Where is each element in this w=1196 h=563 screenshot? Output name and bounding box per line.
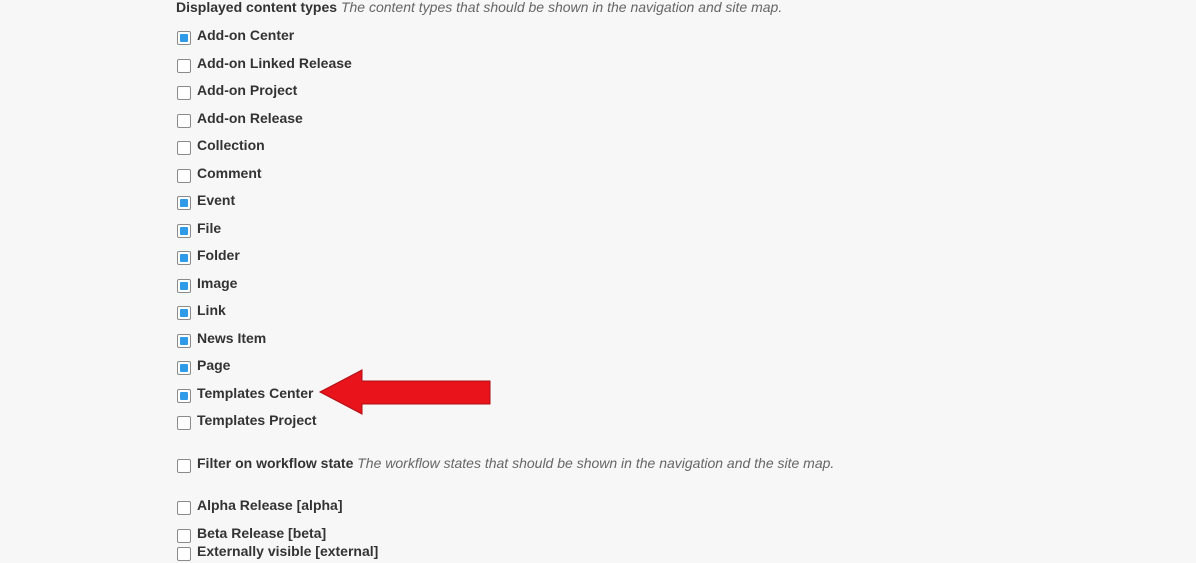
checkbox[interactable] <box>177 141 191 155</box>
checkbox-label[interactable]: Add-on Linked Release <box>197 54 352 72</box>
checkbox[interactable] <box>177 501 191 515</box>
checkbox[interactable] <box>177 416 191 430</box>
checkbox-label[interactable]: Add-on Release <box>197 109 303 127</box>
red-arrow-left-icon <box>318 369 491 415</box>
checkbox[interactable] <box>177 114 191 128</box>
checkbox-label[interactable]: Beta Release [beta] <box>197 524 326 542</box>
displayed-types-label: Displayed content types <box>176 0 338 15</box>
checkbox[interactable] <box>177 59 191 73</box>
checkbox[interactable] <box>177 389 191 403</box>
arrow-shape <box>318 369 491 415</box>
checkbox[interactable] <box>177 529 191 543</box>
workflow-filter-checkbox[interactable] <box>177 459 191 473</box>
checkbox-label[interactable]: Link <box>197 301 226 319</box>
checkbox[interactable] <box>177 169 191 183</box>
checkbox-label[interactable]: Add-on Center <box>197 26 294 44</box>
checkbox-label[interactable]: Alpha Release [alpha] <box>197 496 343 514</box>
checkbox[interactable] <box>177 334 191 348</box>
workflow-filter-label[interactable]: Filter on workflow state <box>197 455 353 471</box>
checkbox[interactable] <box>177 547 191 561</box>
checkbox[interactable] <box>177 224 191 238</box>
checkbox-label[interactable]: Event <box>197 191 235 209</box>
checkbox-label[interactable]: Templates Project <box>197 411 317 429</box>
checkbox[interactable] <box>177 196 191 210</box>
checkbox[interactable] <box>177 251 191 265</box>
displayed-types-header: Displayed content types The content type… <box>176 0 782 16</box>
checkbox-label[interactable]: Comment <box>197 164 262 182</box>
checkbox-label[interactable]: Add-on Project <box>197 81 297 99</box>
checkbox[interactable] <box>177 361 191 375</box>
checkbox-label[interactable]: Externally visible [external] <box>197 542 378 560</box>
checkbox[interactable] <box>177 306 191 320</box>
checkbox-label[interactable]: News Item <box>197 329 266 347</box>
checkbox[interactable] <box>177 31 191 45</box>
checkbox-label[interactable]: Image <box>197 274 237 292</box>
checkbox[interactable] <box>177 279 191 293</box>
checkbox-label[interactable]: Folder <box>197 246 240 264</box>
checkbox-label[interactable]: Collection <box>197 136 265 154</box>
workflow-filter-help: The workflow states that should be shown… <box>357 455 835 471</box>
checkbox-label[interactable]: Templates Center <box>197 384 313 402</box>
workflow-filter-label-wrap[interactable]: Filter on workflow state The workflow st… <box>197 454 834 472</box>
displayed-types-help: The content types that should be shown i… <box>340 0 783 15</box>
checkbox[interactable] <box>177 86 191 100</box>
checkbox-label[interactable]: File <box>197 219 221 237</box>
checkbox-label[interactable]: Page <box>197 356 230 374</box>
